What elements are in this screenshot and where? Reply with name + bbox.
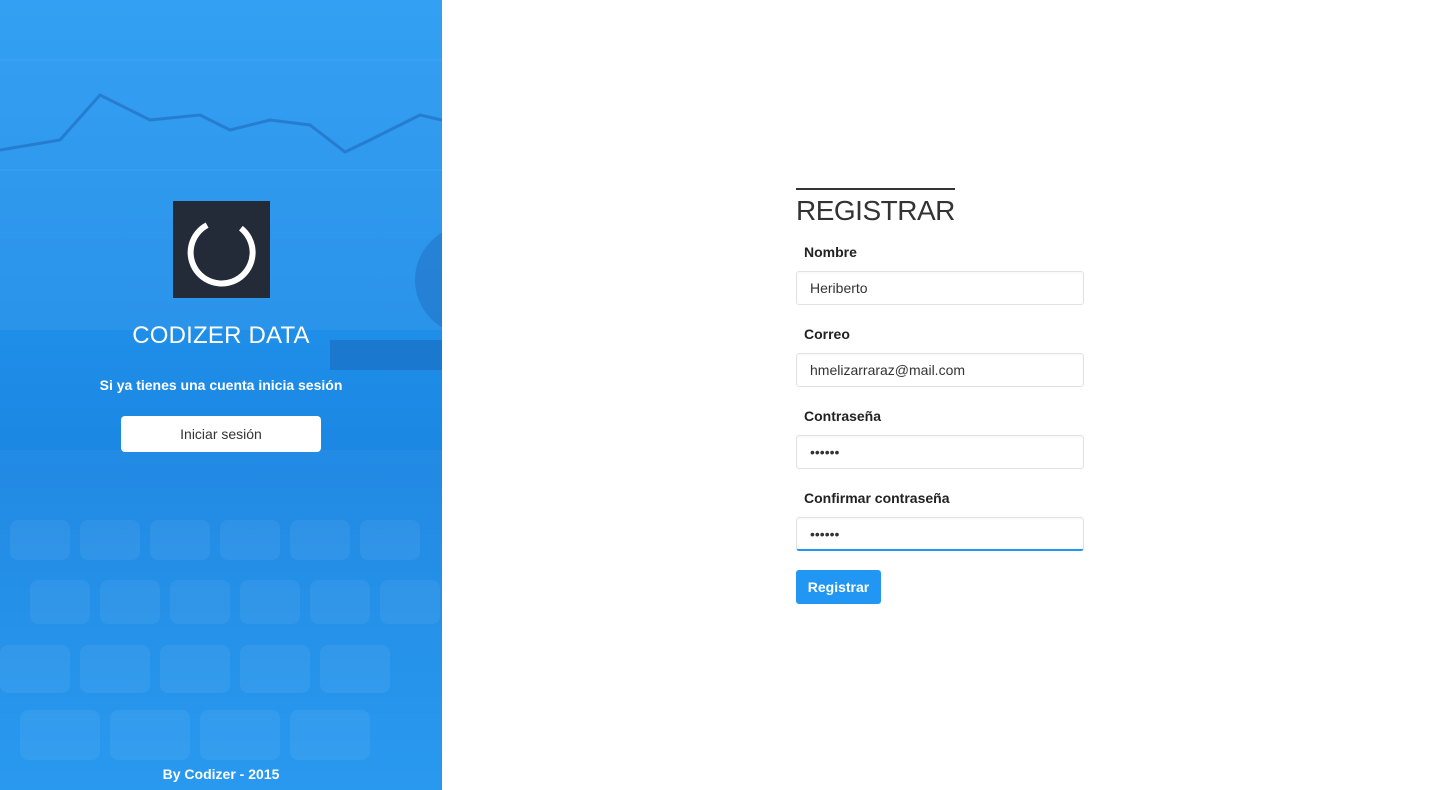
name-field[interactable] <box>796 271 1084 305</box>
password-label: Contraseña <box>804 408 882 424</box>
register-form: REGISTRAR Nombre Correo Contraseña Confi… <box>796 188 1086 604</box>
email-field[interactable] <box>796 353 1084 387</box>
confirm-password-label: Confirmar contraseña <box>804 490 950 506</box>
login-button[interactable]: Iniciar sesión <box>121 416 321 452</box>
confirm-password-field[interactable] <box>796 517 1084 551</box>
form-title: REGISTRAR <box>796 188 955 226</box>
footer-credit: By Codizer - 2015 <box>162 766 280 782</box>
register-button[interactable]: Registrar <box>796 570 881 604</box>
logo <box>173 201 270 298</box>
background-image <box>0 0 442 790</box>
brand-name: CODIZER DATA <box>132 322 310 349</box>
password-field[interactable] <box>796 435 1084 469</box>
circular-arc-logo-icon <box>187 222 256 287</box>
name-label: Nombre <box>804 244 857 260</box>
email-label: Correo <box>804 326 850 342</box>
sidebar-panel: CODIZER DATA Si ya tienes una cuenta ini… <box>0 0 442 790</box>
login-prompt: Si ya tienes una cuenta inicia sesión <box>99 377 343 393</box>
